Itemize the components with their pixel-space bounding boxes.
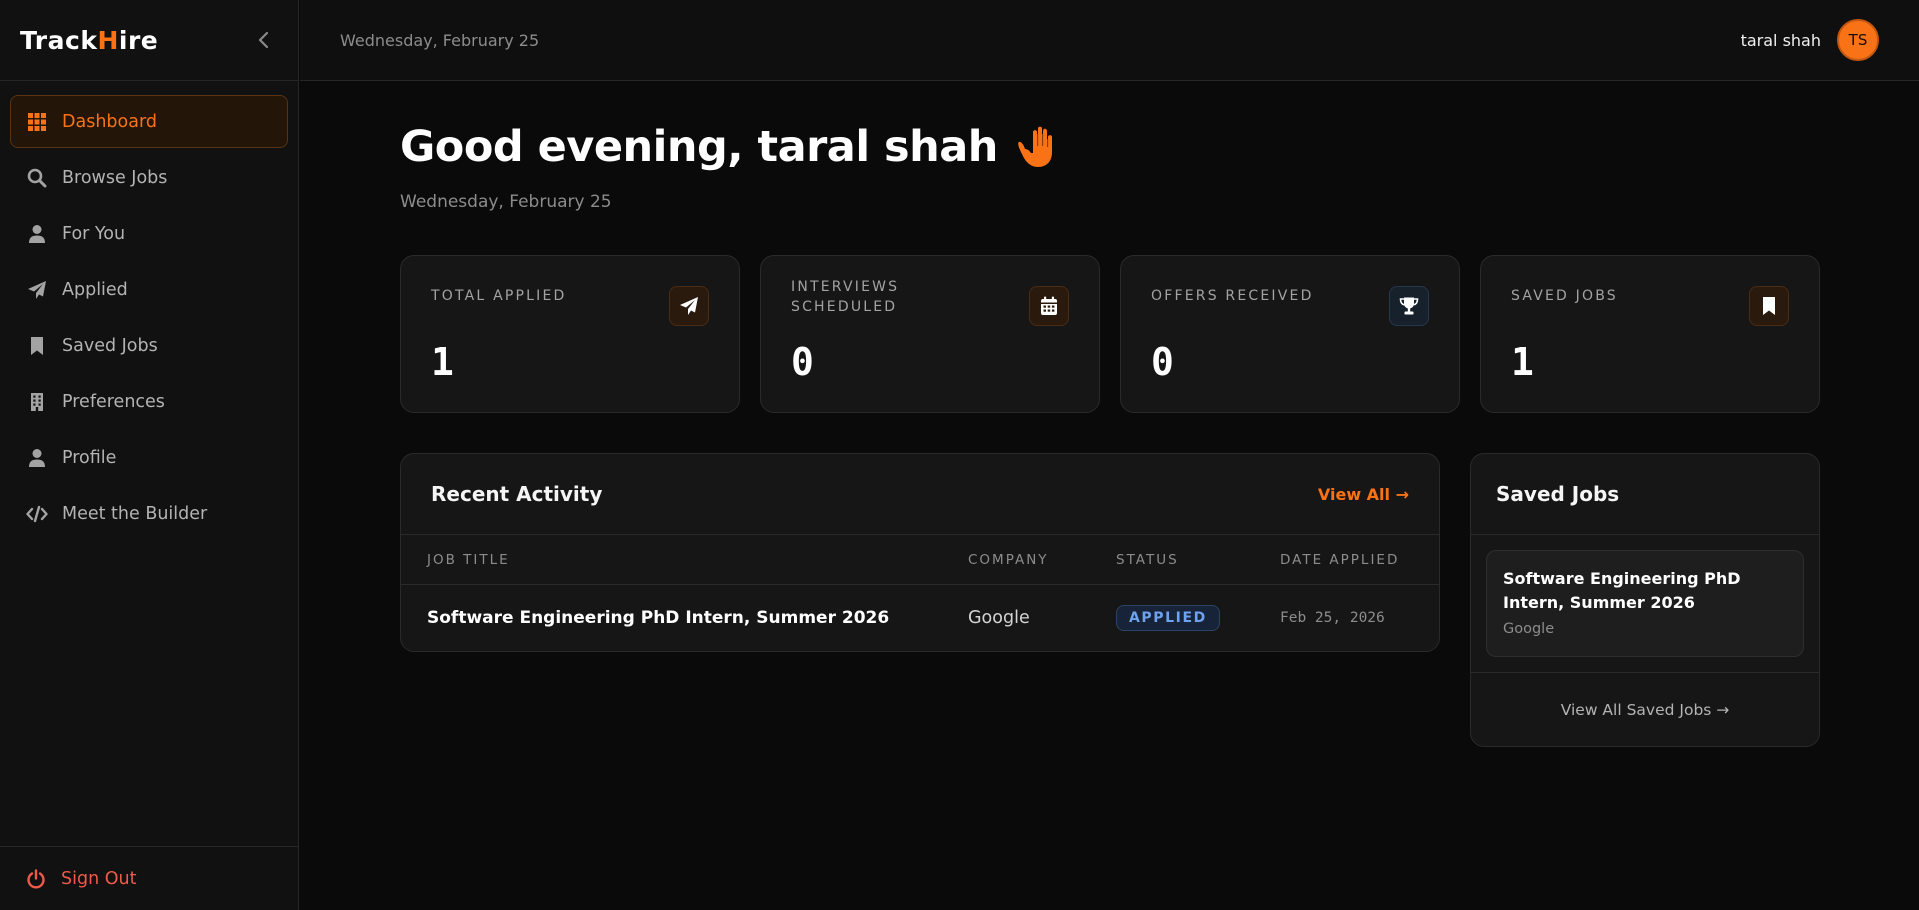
sidebar-item-dashboard[interactable]: Dashboard [10,95,288,148]
user-icon [26,223,48,245]
panel-header: Recent Activity View All → [401,454,1439,535]
code-icon [26,503,48,525]
trophy-icon [1399,297,1419,315]
logo-suffix: ire [118,25,159,55]
sidebar-item-browse-jobs[interactable]: Browse Jobs [10,151,288,204]
sidebar-item-profile[interactable]: Profile [10,431,288,484]
stat-value: 0 [791,340,814,384]
sidebar-nav: Dashboard Browse Jobs For You Applied Sa… [0,81,298,540]
stat-value: 0 [1151,340,1174,384]
saved-jobs-panel: Saved Jobs Software Engineering PhD Inte… [1470,453,1820,747]
panel-header: Saved Jobs [1471,454,1819,535]
stat-card-total-applied: Total Applied 1 [400,255,740,413]
logo[interactable]: TrackHire [20,26,158,55]
column-header-date-applied[interactable]: DATE APPLIED [1280,535,1399,584]
date-applied-cell: Feb 25, 2026 [1280,610,1385,626]
column-header-job-title[interactable]: JOB TITLE [427,535,510,584]
stat-card-offers-received: Offers Received 0 [1120,255,1460,413]
status-badge: APPLIED [1116,605,1220,631]
stat-icon-badge [669,286,709,326]
sidebar-item-label: Profile [62,447,117,468]
sign-out-button[interactable]: Sign Out [0,846,298,910]
sidebar-item-label: Browse Jobs [62,167,168,188]
greeting-date: Wednesday, February 25 [400,192,612,212]
topbar: Wednesday, February 25 taral shah TS [300,0,1919,81]
sidebar-item-preferences[interactable]: Preferences [10,375,288,428]
paper-plane-icon [680,297,698,315]
stat-icon-badge [1029,286,1069,326]
user-name: taral shah [1740,30,1821,50]
table-header: JOB TITLE COMPANY STATUS DATE APPLIED [401,535,1439,585]
status-cell: APPLIED [1116,585,1220,651]
brand-row: TrackHire [0,0,298,81]
page-title: Good evening, taral shah [400,122,1056,172]
header-date: Wednesday, February 25 [340,30,540,50]
saved-job-company: Google [1503,621,1555,637]
stat-icon-badge [1749,286,1789,326]
sidebar: TrackHire Dashboard Browse Jobs For You [0,0,299,910]
user-menu[interactable]: taral shah TS [1741,19,1879,61]
bookmark-icon [26,335,48,357]
company-cell: Google [968,608,1030,628]
stat-label: Total Applied [431,288,567,304]
sidebar-item-label: For You [62,223,126,244]
chevron-left-icon [258,31,269,49]
table-row[interactable]: Software Engineering PhD Intern, Summer … [401,585,1439,651]
sidebar-item-label: Meet the Builder [62,503,208,524]
stat-card-saved-jobs: Saved Jobs 1 [1480,255,1820,413]
power-icon [25,868,47,890]
calendar-icon [1041,296,1057,315]
sidebar-item-for-you[interactable]: For You [10,207,288,260]
saved-job-card[interactable]: Software Engineering PhD Intern, Summer … [1486,550,1804,657]
building-icon [26,391,48,413]
job-title-cell[interactable]: Software Engineering PhD Intern, Summer … [427,585,889,651]
recent-activity-panel: Recent Activity View All → JOB TITLE COM… [400,453,1440,652]
panel-title: Recent Activity [431,482,603,506]
stat-card-interviews-scheduled: Interviews Scheduled 0 [760,255,1100,413]
bookmark-icon [1763,297,1775,315]
view-all-saved-jobs-link[interactable]: View All Saved Jobs → [1471,673,1819,746]
column-header-status[interactable]: STATUS [1116,535,1179,584]
greeting-text: Good evening, taral shah [400,122,998,172]
sidebar-item-saved-jobs[interactable]: Saved Jobs [10,319,288,372]
user-icon [26,447,48,469]
panel-title: Saved Jobs [1496,482,1620,506]
stat-label: Interviews Scheduled [791,279,900,315]
search-icon [26,167,48,189]
stat-icon-badge [1389,286,1429,326]
view-all-link[interactable]: View All → [1318,485,1409,504]
sidebar-item-applied[interactable]: Applied [10,263,288,316]
logo-accent: H [97,25,119,55]
logo-prefix: Track [20,25,98,55]
sign-out-label: Sign Out [61,868,137,889]
column-header-company[interactable]: COMPANY [968,535,1049,584]
sidebar-item-label: Dashboard [62,111,157,132]
grid-icon [26,111,48,133]
sidebar-item-meet-the-builder[interactable]: Meet the Builder [10,487,288,540]
waving-hand-icon [1016,125,1056,169]
saved-jobs-list: Software Engineering PhD Intern, Summer … [1471,535,1819,673]
stat-label: Offers Received [1151,288,1314,304]
collapse-sidebar-button[interactable] [250,26,278,54]
sidebar-item-label: Applied [62,279,128,300]
paper-plane-icon [26,279,48,301]
saved-job-title: Software Engineering PhD Intern, Summer … [1503,569,1741,612]
sidebar-item-label: Saved Jobs [62,335,158,356]
avatar[interactable]: TS [1837,19,1879,61]
sidebar-item-label: Preferences [62,391,165,412]
stat-label: Saved Jobs [1511,288,1618,304]
stat-value: 1 [1511,340,1534,384]
stat-value: 1 [431,340,454,384]
